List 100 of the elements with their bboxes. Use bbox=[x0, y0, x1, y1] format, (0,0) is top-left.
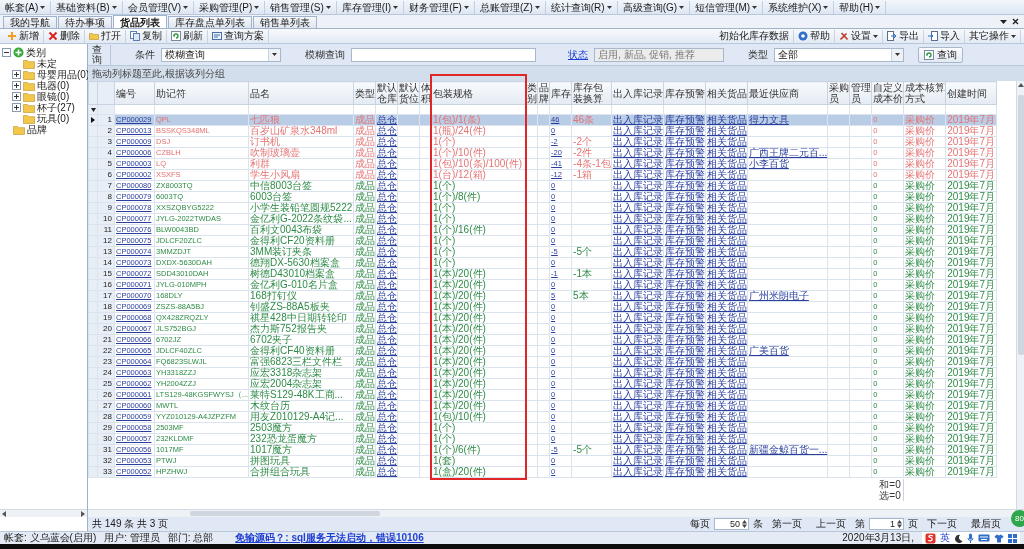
table-link[interactable]: 出入库记录 bbox=[612, 247, 663, 257]
table-link[interactable]: 总仓 bbox=[377, 368, 398, 378]
table-link[interactable]: 库存预警 bbox=[664, 302, 705, 312]
column-header[interactable]: 采购员 bbox=[827, 81, 850, 105]
column-header[interactable]: 编号 bbox=[114, 81, 155, 105]
tab[interactable]: 待办事项 bbox=[58, 16, 112, 28]
scrollbar[interactable] bbox=[0, 509, 87, 517]
menu-item[interactable]: 销售管理(S) bbox=[265, 0, 337, 14]
table-link[interactable]: 库存预警 bbox=[664, 346, 705, 356]
menu-item[interactable]: 财务管理(F) bbox=[404, 0, 475, 14]
table-link[interactable]: 总仓 bbox=[377, 467, 398, 477]
table-link[interactable]: 总仓 bbox=[377, 423, 398, 433]
menu-item[interactable]: 会员管理(V) bbox=[122, 0, 195, 14]
column-header[interactable]: 最近供应商 bbox=[747, 81, 828, 105]
tree-item[interactable]: 眼镜(0) bbox=[37, 91, 70, 102]
table-link[interactable]: 总仓 bbox=[377, 379, 398, 389]
tree-item[interactable]: 品牌 bbox=[27, 124, 47, 135]
column-header[interactable]: 出入库记录 bbox=[611, 81, 664, 105]
table-link[interactable]: 出入库记录 bbox=[612, 401, 663, 411]
table-link[interactable]: 相关货品 bbox=[706, 148, 747, 158]
column-header[interactable]: 成本核算方式 bbox=[903, 81, 946, 105]
table-link[interactable]: 库存预警 bbox=[664, 445, 705, 455]
table-link[interactable]: 库存预警 bbox=[664, 423, 705, 433]
table-link[interactable]: 相关货品 bbox=[706, 324, 747, 334]
table-link[interactable]: 相关货品 bbox=[706, 434, 747, 444]
table-link[interactable]: 库存预警 bbox=[664, 159, 705, 169]
table-link[interactable]: 相关货品 bbox=[706, 225, 747, 235]
next-page-button[interactable]: 下一页 bbox=[922, 517, 962, 531]
table-link[interactable]: 相关货品 bbox=[706, 423, 747, 433]
table-link[interactable]: 总仓 bbox=[377, 126, 398, 136]
tree-item[interactable]: 电器(0) bbox=[37, 80, 70, 91]
table-link[interactable]: 出入库记录 bbox=[612, 159, 663, 169]
table-link[interactable]: 总仓 bbox=[377, 335, 398, 345]
table-link[interactable]: 相关货品 bbox=[706, 335, 747, 345]
tree-item[interactable]: 玩具(0) bbox=[37, 113, 70, 124]
table-link[interactable]: 出入库记录 bbox=[612, 390, 663, 400]
condition-dropdown[interactable]: 模糊查询 bbox=[161, 47, 281, 62]
table-link[interactable]: 库存预警 bbox=[664, 368, 705, 378]
column-header[interactable]: 助记符 bbox=[154, 81, 249, 105]
notice-link[interactable]: 免输源码？: sql服务无法启动，错误10106 bbox=[235, 531, 424, 545]
status-link[interactable]: 状态 bbox=[568, 47, 588, 62]
table-link[interactable]: 出入库记录 bbox=[612, 313, 663, 323]
table-link[interactable]: 总仓 bbox=[377, 412, 398, 422]
menu-item[interactable]: 系统维护(X) bbox=[763, 0, 835, 14]
expand-icon[interactable] bbox=[12, 92, 21, 101]
table-link[interactable]: 库存预警 bbox=[664, 170, 705, 180]
table-link[interactable]: 相关货品 bbox=[706, 137, 747, 147]
menu-item[interactable]: 基础资料(B) bbox=[51, 0, 123, 14]
toolbar-button[interactable]: 新增 bbox=[3, 29, 44, 43]
table-link[interactable]: 库存预警 bbox=[664, 467, 705, 477]
table-link[interactable]: 总仓 bbox=[377, 214, 398, 224]
scroll-thumb[interactable] bbox=[190, 511, 380, 516]
table-link[interactable]: 相关货品 bbox=[706, 445, 747, 455]
table-link[interactable]: 相关货品 bbox=[706, 368, 747, 378]
table-link[interactable]: 库存预警 bbox=[664, 126, 705, 136]
table-link[interactable]: 相关货品 bbox=[706, 269, 747, 279]
table-link[interactable]: 总仓 bbox=[377, 203, 398, 213]
table-link[interactable]: 相关货品 bbox=[706, 170, 747, 180]
table-link[interactable]: 总仓 bbox=[377, 236, 398, 246]
toolbar-button[interactable]: 初始化库存数据 bbox=[715, 29, 794, 43]
table-link[interactable]: 出入库记录 bbox=[612, 467, 663, 477]
toolbar-button[interactable]: 打开 bbox=[85, 29, 126, 43]
table-link[interactable]: 出入库记录 bbox=[612, 225, 663, 235]
table-link[interactable]: 总仓 bbox=[377, 225, 398, 235]
column-header[interactable]: 默认货位 bbox=[397, 81, 420, 105]
table-link[interactable]: 相关货品 bbox=[706, 115, 747, 125]
table-link[interactable]: 库存预警 bbox=[664, 401, 705, 411]
table-link[interactable]: 广西王牌二元百... bbox=[748, 148, 828, 158]
table-link[interactable]: 库存预警 bbox=[664, 225, 705, 235]
first-page-button[interactable]: 第一页 bbox=[767, 517, 807, 531]
table-link[interactable]: 出入库记录 bbox=[612, 302, 663, 312]
table-link[interactable]: 出入库记录 bbox=[612, 269, 663, 279]
tree-item[interactable]: 杯子(27) bbox=[37, 102, 75, 113]
menu-item[interactable]: 短信管理(M) bbox=[690, 0, 764, 14]
table-link[interactable]: 广美百货 bbox=[748, 346, 828, 356]
table-link[interactable]: 库存预警 bbox=[664, 214, 705, 224]
table-link[interactable]: 相关货品 bbox=[706, 302, 747, 312]
tab[interactable]: 我的导航 bbox=[3, 16, 57, 28]
table-link[interactable]: 相关货品 bbox=[706, 346, 747, 356]
table-link[interactable]: 库存预警 bbox=[664, 456, 705, 466]
column-header[interactable]: 包装规格 bbox=[431, 81, 526, 105]
toolbar-button[interactable]: 其它操作 bbox=[965, 29, 1021, 43]
table-link[interactable]: 出入库记录 bbox=[612, 357, 663, 367]
table-link[interactable]: 总仓 bbox=[377, 137, 398, 147]
table-link[interactable]: 相关货品 bbox=[706, 357, 747, 367]
search-field[interactable] bbox=[351, 47, 536, 62]
tab[interactable]: 库存盘点单列表 bbox=[168, 16, 252, 28]
table-link[interactable]: 总仓 bbox=[377, 313, 398, 323]
table-link[interactable]: 出入库记录 bbox=[612, 434, 663, 444]
table-link[interactable]: 库存预警 bbox=[664, 236, 705, 246]
last-page-button[interactable]: 最后页 bbox=[966, 517, 1006, 531]
table-link[interactable]: 出入库记录 bbox=[612, 148, 663, 158]
table-link[interactable]: 出入库记录 bbox=[612, 346, 663, 356]
table-link[interactable]: 出入库记录 bbox=[612, 379, 663, 389]
table-link[interactable]: 总仓 bbox=[377, 159, 398, 169]
table-link[interactable]: 总仓 bbox=[377, 247, 398, 257]
table-link[interactable]: 相关货品 bbox=[706, 126, 747, 136]
table-link[interactable]: 出入库记录 bbox=[612, 192, 663, 202]
table-link[interactable]: 库存预警 bbox=[664, 148, 705, 158]
table-link[interactable]: 库存预警 bbox=[664, 203, 705, 213]
